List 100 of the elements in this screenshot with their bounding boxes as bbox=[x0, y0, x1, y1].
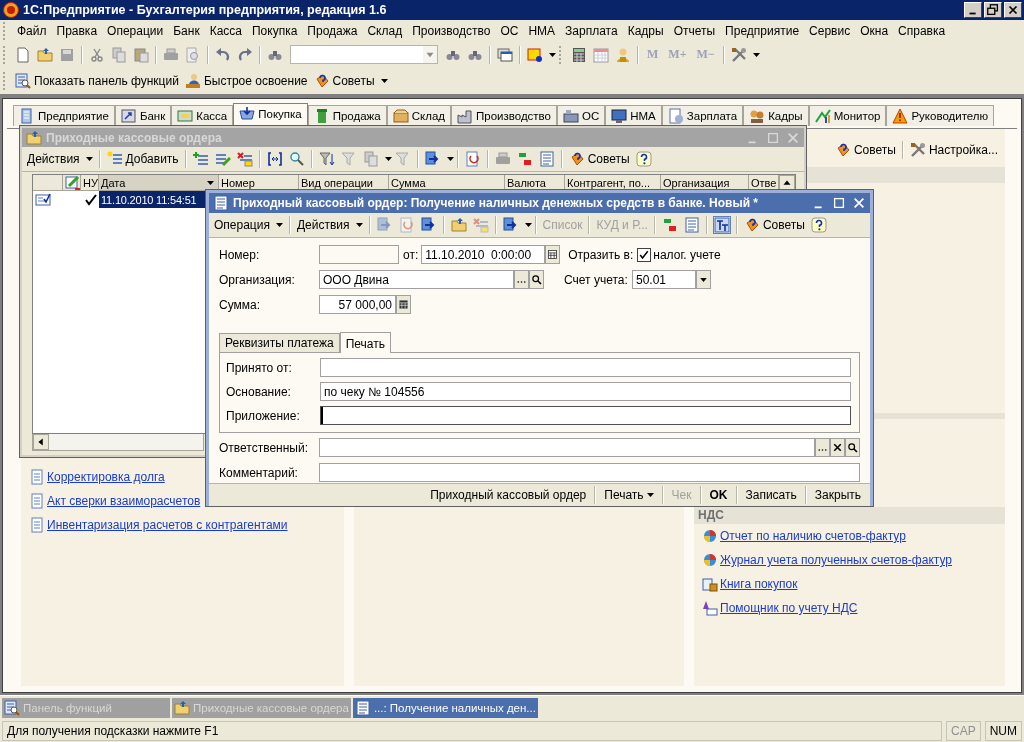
tab[interactable]: Покупка bbox=[233, 103, 308, 126]
add-row-icon[interactable] bbox=[192, 151, 209, 167]
user-icon[interactable] bbox=[615, 46, 631, 63]
menu-item[interactable]: Правка bbox=[51, 24, 103, 38]
tab[interactable]: Руководителю bbox=[886, 105, 995, 126]
amount-field[interactable]: 57 000,00 bbox=[319, 295, 396, 314]
scrollbar[interactable] bbox=[32, 434, 204, 451]
toolbar-button[interactable]: Показать панель функций bbox=[12, 71, 182, 90]
scissors-icon[interactable] bbox=[89, 46, 105, 63]
menu-item[interactable]: Склад bbox=[362, 24, 408, 38]
taskbar-button[interactable]: ...: Получение наличных ден... bbox=[352, 697, 538, 718]
tab[interactable]: Касса bbox=[171, 105, 234, 126]
caret-icon[interactable] bbox=[380, 78, 388, 83]
menu-item[interactable]: ОС bbox=[495, 24, 524, 38]
add-button[interactable]: Добавить bbox=[103, 150, 182, 168]
operation-button[interactable]: Операция bbox=[211, 217, 286, 233]
tab[interactable]: Производство bbox=[451, 105, 557, 126]
structure-icon[interactable] bbox=[713, 217, 730, 233]
minimize-button[interactable] bbox=[964, 2, 982, 18]
tips-button[interactable]: Советы bbox=[740, 216, 808, 234]
caret-icon[interactable] bbox=[752, 52, 760, 57]
number-field[interactable] bbox=[319, 245, 399, 264]
calculator-icon[interactable] bbox=[571, 46, 587, 63]
menu-item[interactable]: Касса bbox=[204, 24, 247, 38]
filter-icon[interactable] bbox=[318, 151, 335, 167]
calendar-icon[interactable] bbox=[593, 46, 609, 63]
link[interactable]: Отчет по наличию счетов-фактур bbox=[720, 529, 906, 543]
link[interactable]: Корректировка долга bbox=[47, 470, 165, 484]
caret-icon[interactable] bbox=[446, 157, 454, 161]
redo-icon[interactable] bbox=[237, 46, 253, 63]
tips-button[interactable]: Советы bbox=[565, 150, 633, 168]
toolbar-button[interactable]: Быстрое освоение bbox=[181, 71, 311, 90]
document-arrow-icon[interactable] bbox=[420, 217, 437, 233]
tab[interactable]: Монитор bbox=[808, 105, 887, 126]
caret-icon[interactable] bbox=[524, 223, 532, 227]
toolbar-button[interactable]: Советы bbox=[310, 71, 378, 90]
date-field[interactable]: 11.10.2010 0:00:00 bbox=[421, 245, 546, 264]
account-field[interactable]: 50.01 bbox=[632, 270, 696, 289]
caret-icon[interactable] bbox=[384, 157, 392, 161]
link[interactable]: Книга покупок bbox=[720, 577, 798, 591]
button[interactable]: Приходный кассовый ордер bbox=[425, 488, 592, 502]
link[interactable]: Журнал учета полученных счетов-фактур bbox=[720, 553, 952, 567]
search-icon[interactable] bbox=[288, 151, 305, 167]
menu-item[interactable]: Кадры bbox=[622, 24, 669, 38]
input-field[interactable] bbox=[320, 358, 851, 377]
undo-icon[interactable] bbox=[215, 46, 231, 63]
windows-icon[interactable] bbox=[497, 46, 513, 63]
tab[interactable]: Предприятие bbox=[13, 105, 115, 126]
menu-item[interactable]: Производство bbox=[407, 24, 496, 38]
button[interactable]: Записать bbox=[740, 488, 802, 502]
menu-item[interactable]: Зарплата bbox=[560, 24, 623, 38]
menu-item[interactable]: Продажа bbox=[302, 24, 363, 38]
input-field[interactable] bbox=[320, 406, 851, 425]
comment-field[interactable] bbox=[319, 463, 860, 482]
responsible-field[interactable] bbox=[319, 438, 815, 457]
button[interactable]: Печать bbox=[599, 488, 659, 502]
actions-button[interactable]: Действия bbox=[24, 151, 96, 167]
search-button[interactable] bbox=[529, 270, 544, 289]
dropdown-button[interactable] bbox=[696, 270, 711, 289]
caret-icon[interactable] bbox=[549, 52, 556, 57]
column-header[interactable]: Дата bbox=[99, 175, 219, 191]
organization-field[interactable]: ООО Двина bbox=[319, 270, 514, 289]
tab[interactable]: Печать bbox=[339, 332, 391, 353]
menu-item[interactable]: Сервис bbox=[804, 24, 856, 38]
link[interactable]: Помощник по учету НДС bbox=[720, 601, 858, 615]
link[interactable]: Инвентаризация расчетов с контрагентами bbox=[47, 518, 288, 532]
menu-item[interactable]: Файл bbox=[12, 24, 52, 38]
tab[interactable]: НМА bbox=[605, 105, 662, 126]
scroll-left-button[interactable] bbox=[33, 434, 49, 450]
tab[interactable]: Кадры bbox=[743, 105, 809, 126]
restore-button[interactable] bbox=[984, 2, 1002, 18]
button[interactable]: OK bbox=[704, 488, 733, 502]
document-arrow-icon[interactable] bbox=[424, 151, 441, 167]
menu-item[interactable]: Операции bbox=[102, 24, 169, 38]
open-folder-icon[interactable] bbox=[37, 46, 53, 63]
paste-icon[interactable] bbox=[133, 46, 149, 63]
search-button[interactable] bbox=[845, 438, 860, 457]
checkbox[interactable] bbox=[637, 247, 652, 262]
dropdown-icon[interactable] bbox=[423, 46, 437, 63]
refresh-icon[interactable] bbox=[464, 151, 481, 167]
menu-item[interactable]: Окна bbox=[855, 24, 894, 38]
new-document-icon[interactable] bbox=[15, 46, 31, 63]
settings-button[interactable]: Настройка... bbox=[906, 141, 1001, 159]
input-field[interactable]: по чеку № 104556 bbox=[320, 382, 851, 401]
menu-item[interactable]: Предприятие bbox=[720, 24, 805, 38]
edit-row-icon[interactable] bbox=[214, 151, 231, 167]
menu-item[interactable]: Отчеты bbox=[668, 24, 721, 38]
menu-item[interactable]: Банк bbox=[168, 24, 205, 38]
button[interactable]: Закрыть bbox=[809, 488, 866, 502]
maximize-button[interactable] bbox=[832, 196, 846, 210]
clear-button[interactable] bbox=[830, 438, 845, 457]
calculator-button[interactable] bbox=[396, 295, 411, 314]
delete-row-icon[interactable] bbox=[236, 151, 253, 167]
menu-item[interactable]: Покупка bbox=[247, 24, 303, 38]
calendar-button[interactable] bbox=[545, 245, 561, 264]
tools-icon[interactable] bbox=[730, 46, 747, 63]
menu-item[interactable]: Справка bbox=[893, 24, 951, 38]
tab[interactable]: Реквизиты платежа bbox=[219, 333, 340, 352]
document-arrow-icon[interactable] bbox=[502, 217, 519, 233]
actions-button[interactable]: Действия bbox=[293, 217, 366, 233]
